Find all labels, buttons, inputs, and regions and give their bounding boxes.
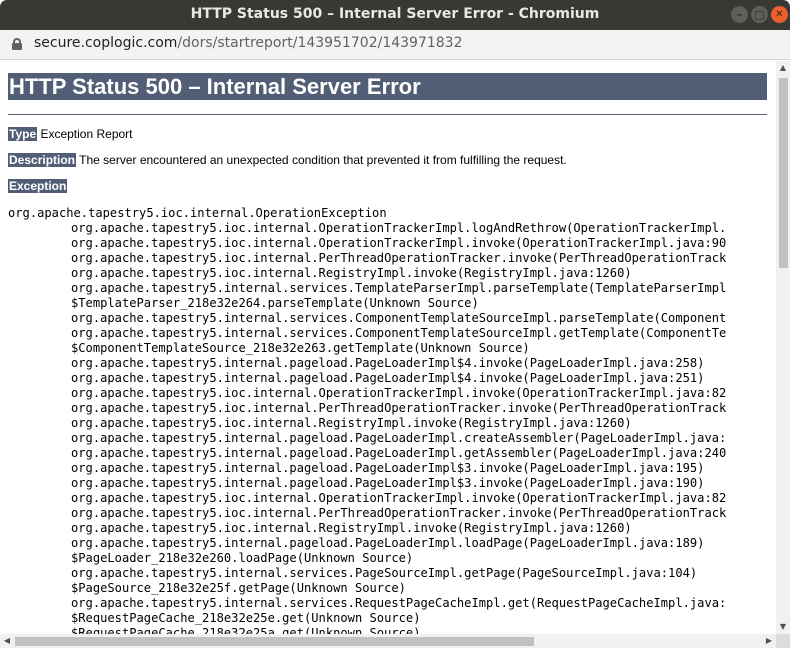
page-content: HTTP Status 500 – Internal Server Error … bbox=[0, 61, 776, 634]
stack-trace-line: org.apache.tapestry5.ioc.internal.PerThr… bbox=[71, 401, 727, 415]
exception-label: Exception bbox=[8, 179, 68, 193]
stack-trace-line: $ComponentTemplateSource_218e32e263.getT… bbox=[71, 341, 530, 355]
stack-trace-line: org.apache.tapestry5.ioc.internal.PerThr… bbox=[71, 506, 727, 520]
divider bbox=[8, 114, 767, 115]
scroll-down-icon[interactable]: ▼ bbox=[776, 620, 790, 634]
stack-trace-line: org.apache.tapestry5.internal.services.R… bbox=[71, 596, 727, 610]
stack-trace-line: org.apache.tapestry5.ioc.internal.PerThr… bbox=[71, 251, 727, 265]
type-line: Type Exception Report bbox=[8, 127, 133, 141]
stack-trace-line: org.apache.tapestry5.ioc.internal.Regist… bbox=[71, 521, 632, 535]
close-icon[interactable] bbox=[771, 6, 788, 23]
stack-trace-line: $RequestPageCache_218e32e25e.get(Unknown… bbox=[71, 611, 421, 625]
horizontal-scrollbar[interactable]: ◀ ▶ bbox=[0, 634, 776, 648]
type-value: Exception Report bbox=[37, 127, 133, 141]
browser-window: HTTP Status 500 – Internal Server Error … bbox=[0, 0, 790, 648]
page-title: HTTP Status 500 – Internal Server Error bbox=[8, 73, 767, 100]
window-title: HTTP Status 500 – Internal Server Error … bbox=[190, 6, 600, 22]
stack-trace-line: org.apache.tapestry5.ioc.internal.Operat… bbox=[71, 221, 727, 235]
stack-trace-line: org.apache.tapestry5.internal.services.P… bbox=[71, 566, 698, 580]
stack-trace-line: org.apache.tapestry5.ioc.internal.Regist… bbox=[71, 266, 632, 280]
stack-trace-line: org.apache.tapestry5.internal.services.C… bbox=[71, 311, 727, 325]
scroll-up-icon[interactable]: ▲ bbox=[776, 61, 790, 75]
description-value: The server encountered an unexpected con… bbox=[76, 153, 567, 167]
stack-trace-line: org.apache.tapestry5.internal.pageload.P… bbox=[71, 371, 705, 385]
description-label: Description bbox=[8, 153, 77, 167]
maximize-icon[interactable] bbox=[751, 6, 768, 23]
stack-trace-line: $RequestPageCache_218e32e25a.get(Unknown… bbox=[71, 626, 421, 634]
address-bar[interactable]: secure.coplogic.com/dors/startreport/143… bbox=[0, 30, 790, 60]
scrollbar-corner bbox=[776, 634, 790, 648]
vertical-scroll-thumb[interactable] bbox=[779, 78, 788, 268]
exception-line: Exception bbox=[8, 179, 68, 193]
scroll-left-icon[interactable]: ◀ bbox=[0, 634, 14, 648]
stack-trace-line: $TemplateParser_218e32e264.parseTemplate… bbox=[71, 296, 479, 310]
stack-trace-line: org.apache.tapestry5.ioc.internal.Operat… bbox=[71, 491, 727, 505]
stack-trace-line: org.apache.tapestry5.internal.pageload.P… bbox=[71, 476, 705, 490]
title-bar[interactable]: HTTP Status 500 – Internal Server Error … bbox=[0, 0, 790, 30]
scroll-right-icon[interactable]: ▶ bbox=[762, 634, 776, 648]
exception-class: org.apache.tapestry5.ioc.internal.Operat… bbox=[8, 206, 387, 220]
lock-icon[interactable] bbox=[12, 38, 22, 50]
url-host: secure.coplogic.com bbox=[34, 35, 178, 51]
minimize-icon[interactable] bbox=[731, 6, 748, 23]
horizontal-scroll-thumb[interactable] bbox=[15, 637, 534, 646]
description-line: Description The server encountered an un… bbox=[8, 153, 567, 167]
stack-trace-line: org.apache.tapestry5.internal.pageload.P… bbox=[71, 461, 705, 475]
stack-trace-line: org.apache.tapestry5.internal.pageload.P… bbox=[71, 536, 705, 550]
stack-trace-line: $PageSource_218e32e25f.getPage(Unknown S… bbox=[71, 581, 406, 595]
stack-trace-line: org.apache.tapestry5.internal.services.T… bbox=[71, 281, 727, 295]
stack-trace-line: org.apache.tapestry5.internal.pageload.P… bbox=[71, 431, 727, 445]
stack-trace-line: org.apache.tapestry5.internal.services.C… bbox=[71, 326, 727, 340]
stack-trace-line: $PageLoader_218e32e260.loadPage(Unknown … bbox=[71, 551, 414, 565]
stack-trace-line: org.apache.tapestry5.internal.pageload.P… bbox=[71, 356, 705, 370]
type-label: Type bbox=[8, 127, 38, 141]
stack-trace-line: org.apache.tapestry5.internal.pageload.P… bbox=[71, 446, 727, 460]
stack-trace-line: org.apache.tapestry5.ioc.internal.Operat… bbox=[71, 236, 727, 250]
stack-trace-line: org.apache.tapestry5.ioc.internal.Operat… bbox=[71, 386, 727, 400]
stack-trace-line: org.apache.tapestry5.ioc.internal.Regist… bbox=[71, 416, 632, 430]
url-path: /dors/startreport/143951702/143971832 bbox=[177, 35, 463, 51]
url-text[interactable]: secure.coplogic.com/dors/startreport/143… bbox=[34, 35, 463, 51]
vertical-scrollbar[interactable]: ▲ ▼ bbox=[776, 61, 790, 634]
stack-trace: org.apache.tapestry5.ioc.internal.Operat… bbox=[8, 206, 776, 634]
